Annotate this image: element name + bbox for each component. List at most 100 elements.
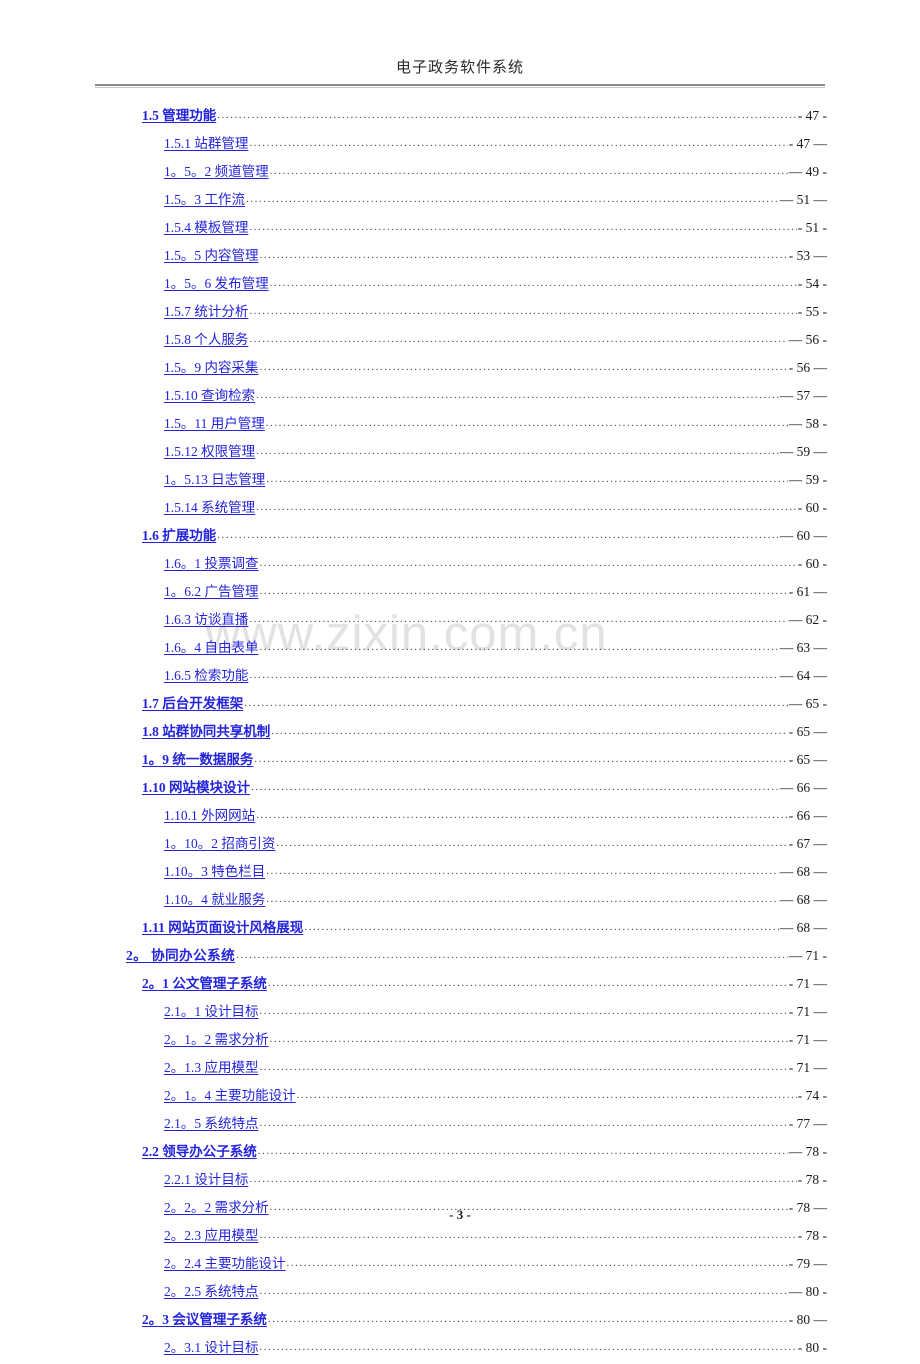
toc-entry-label[interactable]: 1。10。2 招商引资 <box>164 832 275 852</box>
toc-entry[interactable]: 1。6.2 广告管理 - 61 — <box>0 580 920 608</box>
toc-entry-label[interactable]: 1。5.13 日志管理 <box>164 468 265 488</box>
toc-dot-leader <box>260 1005 788 1017</box>
toc-entry[interactable]: 1.7 后台开发框架 — 65 - <box>0 692 920 720</box>
toc-entry[interactable]: 1.6。1 投票调查 - 60 - <box>0 552 920 580</box>
toc-entry-label[interactable]: 2。2。2 需求分析 <box>164 1196 269 1216</box>
toc-entry[interactable]: 1.5.7 统计分析 - 55 - <box>0 300 920 328</box>
toc-entry-label[interactable]: 2。 协同办公系统 <box>126 944 235 964</box>
toc-entry-label[interactable]: 1。6.2 广告管理 <box>164 580 259 600</box>
toc-entry-label[interactable]: 2。1.3 应用模型 <box>164 1056 259 1076</box>
toc-entry-page-number: - 78 - <box>797 1172 827 1187</box>
toc-entry-label[interactable]: 1.10.1 外网网站 <box>164 804 255 824</box>
toc-entry-label[interactable]: 1.5.4 模板管理 <box>164 216 248 236</box>
toc-entry[interactable]: 1.10。4 就业服务 — 68 — <box>0 888 920 916</box>
toc-entry[interactable]: 2。1.3 应用模型 - 71 — <box>0 1056 920 1084</box>
toc-entry[interactable]: 1。9 统一数据服务 - 65 — <box>0 748 920 776</box>
toc-entry[interactable]: 1.5.12 权限管理 — 59 — <box>0 440 920 468</box>
toc-entry-label[interactable]: 2。1。4 主要功能设计 <box>164 1084 296 1104</box>
toc-entry[interactable]: 1.10 网站模块设计 — 66 — <box>0 776 920 804</box>
toc-entry[interactable]: 1.10。3 特色栏目 — 68 — <box>0 860 920 888</box>
toc-entry-label[interactable]: 2。1。2 需求分析 <box>164 1028 269 1048</box>
toc-entry-label[interactable]: 1.5.1 站群管理 <box>164 132 248 152</box>
toc-entry-label[interactable]: 1.5.10 查询检索 <box>164 384 255 404</box>
toc-entry-label[interactable]: 2.1。1 设计目标 <box>164 1000 259 1020</box>
toc-entry-label[interactable]: 1.8 站群协同共享机制 <box>142 720 270 740</box>
toc-entry-label[interactable]: 1.5。5 内容管理 <box>164 244 259 264</box>
toc-entry[interactable]: 2。1。4 主要功能设计 - 74 - <box>0 1084 920 1112</box>
toc-entry[interactable]: 1.6 扩展功能 — 60 — <box>0 524 920 552</box>
toc-entry[interactable]: 1。5.13 日志管理 — 59 - <box>0 468 920 496</box>
toc-entry[interactable]: 2.2 领导办公子系统 — 78 - <box>0 1140 920 1168</box>
toc-entry-label[interactable]: 1.5.14 系统管理 <box>164 496 255 516</box>
toc-entry[interactable]: 2。2.4 主要功能设计 - 79 — <box>0 1252 920 1280</box>
toc-entry[interactable]: 1。5。2 频道管理 — 49 - <box>0 160 920 188</box>
toc-entry-label[interactable]: 2。1 公文管理子系统 <box>142 972 267 992</box>
toc-dot-leader <box>256 809 788 821</box>
toc-entry-label[interactable]: 1。9 统一数据服务 <box>142 748 253 768</box>
toc-entry[interactable]: 2.1。5 系统特点 - 77 — <box>0 1112 920 1140</box>
toc-entry-label[interactable]: 2。2.5 系统特点 <box>164 1280 259 1300</box>
toc-entry[interactable]: 1.6。4 自由表单 — 63 — <box>0 636 920 664</box>
toc-entry[interactable]: 1。5。6 发布管理 - 54 - <box>0 272 920 300</box>
toc-entry-label[interactable]: 1.10 网站模块设计 <box>142 776 250 796</box>
toc-entry[interactable]: 1.5.1 站群管理 - 47 — <box>0 132 920 160</box>
toc-entry[interactable]: 1.5。5 内容管理 - 53 — <box>0 244 920 272</box>
toc-entry-label[interactable]: 1.6.5 检索功能 <box>164 664 248 684</box>
toc-entry-label[interactable]: 1.6 扩展功能 <box>142 524 216 544</box>
toc-entry[interactable]: 2。3 会议管理子系统 - 80 — <box>0 1308 920 1336</box>
toc-entry-label[interactable]: 1.5 管理功能 <box>142 104 216 124</box>
toc-entry-label[interactable]: 2.1。5 系统特点 <box>164 1112 259 1132</box>
toc-entry-label[interactable]: 2。3 会议管理子系统 <box>142 1308 267 1328</box>
toc-entry-page-number: - 56 — <box>788 360 827 375</box>
toc-entry-label[interactable]: 1.5。9 内容采集 <box>164 356 259 376</box>
toc-entry-label[interactable]: 1.10。3 特色栏目 <box>164 860 265 880</box>
toc-entry[interactable]: 2.2.1 设计目标 - 78 - <box>0 1168 920 1196</box>
toc-dot-leader <box>260 1117 788 1129</box>
toc-entry[interactable]: 2。2。2 需求分析 - 78 — <box>0 1196 920 1224</box>
toc-entry[interactable]: 1.5。3 工作流 — 51 — <box>0 188 920 216</box>
toc-entry-label[interactable]: 2。2.3 应用模型 <box>164 1224 259 1244</box>
toc-entry-label[interactable]: 1。5。6 发布管理 <box>164 272 269 292</box>
toc-entry-label[interactable]: 2。3.1 设计目标 <box>164 1336 259 1356</box>
toc-entry[interactable]: 2。2.3 应用模型 - 78 - <box>0 1224 920 1252</box>
toc-entry-label[interactable]: 1.6.3 访谈直播 <box>164 608 248 628</box>
toc-entry-label[interactable]: 1.5。11 用户管理 <box>164 412 265 432</box>
toc-entry-label[interactable]: 1。5。2 频道管理 <box>164 160 269 180</box>
toc-entry-page-number: - 78 - <box>797 1228 827 1243</box>
toc-entry[interactable]: 1.5.14 系统管理 - 60 - <box>0 496 920 524</box>
toc-entry-label[interactable]: 1.5.8 个人服务 <box>164 328 248 348</box>
toc-entry-label[interactable]: 1.5。3 工作流 <box>164 188 245 208</box>
toc-entry-page-number: - 77 — <box>788 1116 827 1131</box>
toc-entry[interactable]: 2。1 公文管理子系统 - 71 — <box>0 972 920 1000</box>
toc-entry[interactable]: 2.1。1 设计目标 - 71 — <box>0 1000 920 1028</box>
toc-entry-label[interactable]: 1.7 后台开发框架 <box>142 692 243 712</box>
toc-entry[interactable]: 1.10.1 外网网站 - 66 — <box>0 804 920 832</box>
toc-entry-label[interactable]: 2.2 领导办公子系统 <box>142 1140 257 1160</box>
toc-entry[interactable]: 1.11 网站页面设计风格展现 — 68 — <box>0 916 920 944</box>
toc-entry[interactable]: 2。 协同办公系统 — 71 - <box>0 944 920 972</box>
toc-entry[interactable]: 1.5。11 用户管理 — 58 - <box>0 412 920 440</box>
toc-entry[interactable]: 1。10。2 招商引资 - 67 — <box>0 832 920 860</box>
toc-entry[interactable]: 2。2.5 系统特点 — 80 - <box>0 1280 920 1308</box>
toc-entry[interactable]: 1.5.10 查询检索 — 57 — <box>0 384 920 412</box>
toc-entry-page-number: — 66 — <box>779 780 827 795</box>
toc-entry-label[interactable]: 1.5.12 权限管理 <box>164 440 255 460</box>
toc-entry-label[interactable]: 1.5.7 统计分析 <box>164 300 248 320</box>
toc-entry[interactable]: 1.5.8 个人服务 — 56 - <box>0 328 920 356</box>
toc-entry-label[interactable]: 1.11 网站页面设计风格展现 <box>142 916 303 936</box>
toc-entry-label[interactable]: 2。2.4 主要功能设计 <box>164 1252 286 1272</box>
toc-entry[interactable]: 1.6.3 访谈直播 — 62 - <box>0 608 920 636</box>
toc-entry-label[interactable]: 2.2.1 设计目标 <box>164 1168 248 1188</box>
toc-entry-label[interactable]: 1.10。4 就业服务 <box>164 888 265 908</box>
toc-entry-label[interactable]: 1.6。1 投票调查 <box>164 552 259 572</box>
toc-entry[interactable]: 1.5 管理功能 - 47 - <box>0 104 920 132</box>
toc-entry[interactable]: 2。1。2 需求分析 - 71 — <box>0 1028 920 1056</box>
toc-entry[interactable]: 2。3.1 设计目标 - 80 - <box>0 1336 920 1364</box>
toc-dot-leader <box>270 277 797 289</box>
toc-entry[interactable]: 1.5。9 内容采集 - 56 — <box>0 356 920 384</box>
toc-dot-leader <box>276 837 787 849</box>
toc-entry-label[interactable]: 1.6。4 自由表单 <box>164 636 259 656</box>
toc-entry[interactable]: 1.5.4 模板管理 - 51 - <box>0 216 920 244</box>
toc-entry[interactable]: 1.6.5 检索功能 — 64 — <box>0 664 920 692</box>
toc-entry[interactable]: 1.8 站群协同共享机制 - 65 — <box>0 720 920 748</box>
